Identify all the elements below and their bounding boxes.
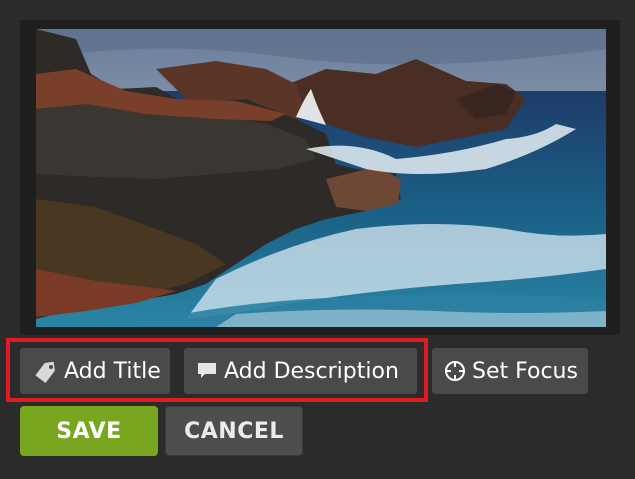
- add-title-label: Add Title: [64, 358, 161, 384]
- add-description-button[interactable]: Add Description: [184, 348, 417, 394]
- speech-bubble-icon: [196, 361, 218, 381]
- add-description-label: Add Description: [224, 358, 399, 384]
- tag-icon: [32, 359, 58, 383]
- set-focus-label: Set Focus: [472, 358, 578, 384]
- set-focus-button[interactable]: Set Focus: [432, 348, 588, 394]
- save-button[interactable]: SAVE: [20, 406, 158, 456]
- seascape-photo: [36, 29, 606, 327]
- add-title-button[interactable]: Add Title: [20, 348, 170, 394]
- crosshair-icon: [444, 360, 466, 382]
- cancel-button[interactable]: CANCEL: [165, 406, 303, 456]
